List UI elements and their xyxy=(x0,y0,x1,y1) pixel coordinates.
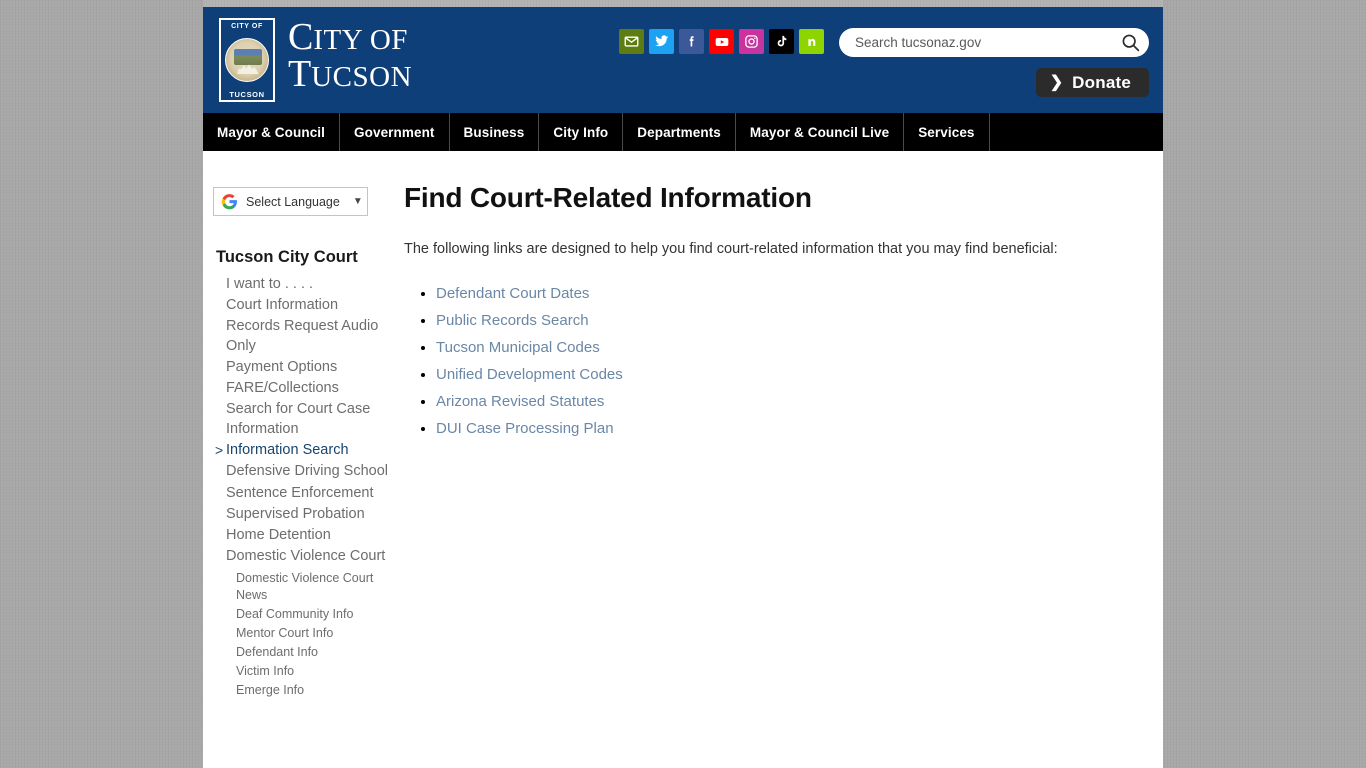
nav-item-mayor-council[interactable]: Mayor & Council xyxy=(203,113,341,151)
nav-item-business[interactable]: Business xyxy=(450,113,540,151)
search-icon[interactable] xyxy=(1120,32,1141,53)
sidebar-item-home-detention[interactable]: Home Detention xyxy=(213,525,396,546)
page-body: Select Language ▼ Tucson City Court I wa… xyxy=(203,151,1163,768)
sidebar-item-court-information[interactable]: Court Information xyxy=(213,295,396,316)
sidebar-item-supervised-probation[interactable]: Supervised Probation xyxy=(213,504,396,525)
main-navigation: Mayor & Council Government Business City… xyxy=(203,113,1163,151)
link-unified-development-codes[interactable]: Unified Development Codes xyxy=(436,366,623,383)
search-input[interactable] xyxy=(855,35,1120,50)
nav-item-city-info[interactable]: City Info xyxy=(539,113,624,151)
page-title: Find Court-Related Information xyxy=(404,182,812,213)
nav-item-services[interactable]: Services xyxy=(904,113,990,151)
brand-rest-ity-of: ITY OF xyxy=(313,24,408,56)
sidebar-item-search-for-court-case-information[interactable]: Search for Court Case Information xyxy=(213,399,396,440)
sidebar-item-i-want-to[interactable]: I want to . . . . xyxy=(213,274,396,295)
nav-item-government[interactable]: Government xyxy=(340,113,450,151)
sidebar: Select Language ▼ Tucson City Court I wa… xyxy=(203,151,396,700)
list-item: Arizona Revised Statutes xyxy=(436,393,1133,411)
sidebar-item-fare-collections[interactable]: FARE/Collections xyxy=(213,378,396,399)
sidebar-item-payment-options[interactable]: Payment Options xyxy=(213,357,396,378)
city-seal-icon: CITY OF TUCSON xyxy=(219,18,275,102)
list-item: Unified Development Codes xyxy=(436,366,1133,384)
seal-bottom-text: TUCSON xyxy=(229,89,265,99)
seal-top-text: CITY OF xyxy=(231,23,263,30)
sidebar-item-information-search[interactable]: Information Search xyxy=(213,440,396,461)
brand-rest-ucson: UCSON xyxy=(311,60,413,93)
top-strip xyxy=(203,0,1163,7)
nextdoor-icon[interactable] xyxy=(799,29,824,54)
nav-item-mayor-council-live[interactable]: Mayor & Council Live xyxy=(736,113,905,151)
sidebar-subitem-domestic-violence-court-news[interactable]: Domestic Violence Court News xyxy=(213,569,396,605)
sidebar-item-records-request-audio-only[interactable]: Records Request Audio Only xyxy=(213,316,396,357)
donate-label: Donate xyxy=(1072,72,1131,92)
brand-line-tucson: TUCSON xyxy=(288,55,413,93)
link-defendant-court-dates[interactable]: Defendant Court Dates xyxy=(436,285,589,302)
translate-label: Select Language xyxy=(246,194,340,209)
seal-emblem xyxy=(225,38,269,83)
court-links-list: Defendant Court Dates Public Records Sea… xyxy=(404,285,1133,438)
brand-wordmark: CITY OF TUCSON xyxy=(288,18,413,93)
twitter-icon[interactable] xyxy=(649,29,674,54)
site-logo[interactable]: CITY OF TUCSON CITY OF TUCSON xyxy=(219,18,412,102)
list-item: Tucson Municipal Codes xyxy=(436,339,1133,357)
google-translate-widget[interactable]: Select Language ▼ xyxy=(213,187,368,216)
email-icon[interactable] xyxy=(619,29,644,54)
facebook-icon[interactable] xyxy=(679,29,704,54)
list-item: DUI Case Processing Plan xyxy=(436,420,1133,438)
nav-filler xyxy=(990,113,1163,151)
brand-cap-c: C xyxy=(288,16,314,58)
youtube-icon[interactable] xyxy=(709,29,734,54)
brand-line-city-of: CITY OF xyxy=(288,18,412,56)
site-search[interactable] xyxy=(839,28,1149,57)
link-dui-case-processing-plan[interactable]: DUI Case Processing Plan xyxy=(436,420,614,437)
sidebar-menu: I want to . . . . Court Information Reco… xyxy=(213,274,396,568)
list-item: Public Records Search xyxy=(436,312,1133,330)
social-links xyxy=(619,29,824,54)
brand-cap-t: T xyxy=(288,52,312,95)
sidebar-subitem-defendant-info[interactable]: Defendant Info xyxy=(213,643,396,662)
link-tucson-municipal-codes[interactable]: Tucson Municipal Codes xyxy=(436,339,600,356)
chevron-right-icon: ❯ xyxy=(1049,73,1064,91)
list-item: Defendant Court Dates xyxy=(436,285,1133,303)
link-public-records-search[interactable]: Public Records Search xyxy=(436,312,589,329)
link-arizona-revised-statutes[interactable]: Arizona Revised Statutes xyxy=(436,393,604,410)
tiktok-icon[interactable] xyxy=(769,29,794,54)
donate-button[interactable]: ❯ Donate xyxy=(1035,68,1149,97)
site-header: CITY OF TUCSON CITY OF TUCSON Search tuc… xyxy=(203,7,1163,113)
nav-item-departments[interactable]: Departments xyxy=(623,113,736,151)
sidebar-title: Tucson City Court xyxy=(216,248,358,266)
main-content: Find Court-Related Information The follo… xyxy=(396,151,1163,447)
chevron-down-icon: ▼ xyxy=(352,195,363,207)
sidebar-submenu: Domestic Violence Court News Deaf Commun… xyxy=(213,569,396,700)
sidebar-subitem-deaf-community-info[interactable]: Deaf Community Info xyxy=(213,605,396,624)
sidebar-subitem-victim-info[interactable]: Victim Info xyxy=(213,662,396,681)
sidebar-item-domestic-violence-court[interactable]: Domestic Violence Court xyxy=(213,546,396,567)
intro-paragraph: The following links are designed to help… xyxy=(404,240,1058,257)
sidebar-item-defensive-driving-school[interactable]: Defensive Driving School xyxy=(213,461,396,482)
sidebar-item-sentence-enforcement[interactable]: Sentence Enforcement xyxy=(213,483,396,504)
sidebar-subitem-emerge-info[interactable]: Emerge Info xyxy=(213,681,396,700)
instagram-icon[interactable] xyxy=(739,29,764,54)
sidebar-subitem-mentor-court-info[interactable]: Mentor Court Info xyxy=(213,624,396,643)
page-container: CITY OF TUCSON CITY OF TUCSON Search tuc… xyxy=(203,0,1163,768)
google-g-icon xyxy=(221,193,238,210)
